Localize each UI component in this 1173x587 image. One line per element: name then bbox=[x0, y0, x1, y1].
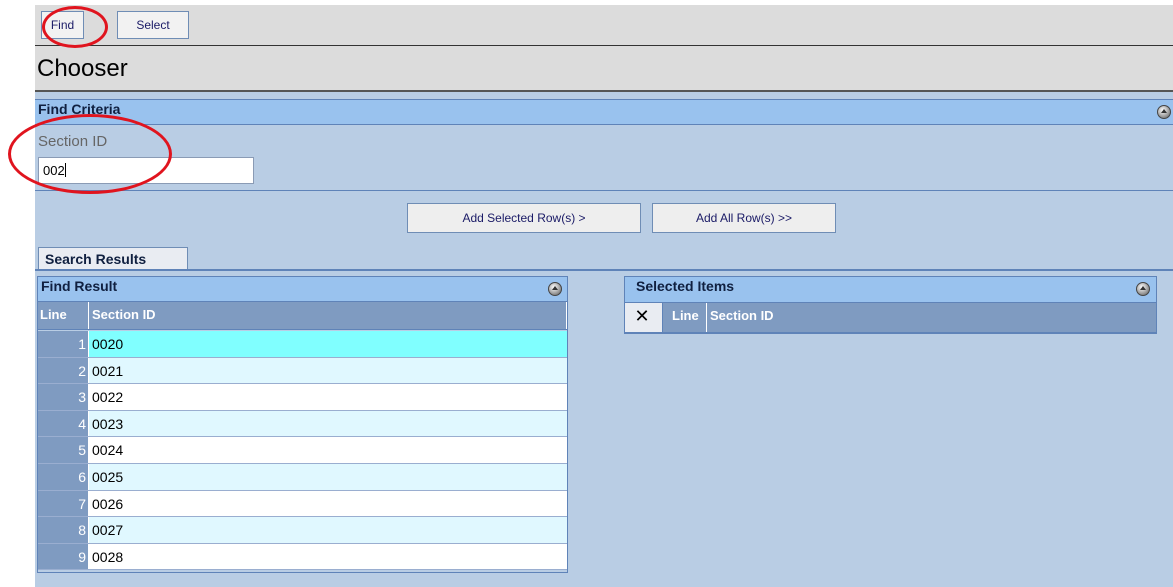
row-section-id: 0024 bbox=[92, 442, 124, 459]
row-section-id: 0020 bbox=[92, 336, 124, 352]
selected-items-panel: Selected Items ✕ Line Section ID bbox=[624, 276, 1157, 334]
collapse-icon[interactable] bbox=[548, 282, 562, 296]
delete-column[interactable]: ✕ bbox=[625, 303, 663, 332]
table-row[interactable]: 6 0025 bbox=[38, 464, 567, 491]
toolbar: Find Select bbox=[35, 5, 1173, 46]
row-line-number[interactable]: 7 bbox=[38, 490, 89, 517]
row-section-id: 0026 bbox=[92, 495, 124, 512]
title-bar: Chooser bbox=[35, 46, 1173, 92]
row-section-id: 0028 bbox=[92, 548, 124, 565]
row-section-id: 0025 bbox=[92, 469, 124, 485]
table-row[interactable]: 3 0022 bbox=[38, 384, 567, 411]
row-line-number[interactable]: 6 bbox=[38, 464, 89, 490]
find-result-header[interactable]: Find Result bbox=[38, 277, 567, 302]
select-button[interactable]: Select bbox=[117, 11, 189, 39]
page-title: Chooser bbox=[37, 55, 128, 82]
add-selected-rows-button[interactable]: Add Selected Row(s) > bbox=[407, 203, 641, 233]
annotation-ring bbox=[8, 114, 172, 194]
table-row[interactable]: 5 0024 bbox=[38, 437, 567, 464]
column-header-line[interactable]: Line bbox=[38, 302, 89, 329]
table-row[interactable]: 8 0027 bbox=[38, 517, 567, 544]
row-line-number[interactable]: 4 bbox=[38, 410, 89, 437]
delete-column-icon[interactable]: ✕ bbox=[631, 304, 653, 328]
chooser-window: Find Select Chooser Find Criteria Sectio… bbox=[35, 5, 1173, 587]
row-line-number[interactable]: 2 bbox=[38, 357, 89, 384]
column-header-line[interactable]: Line bbox=[663, 303, 707, 332]
row-line-number[interactable]: 3 bbox=[38, 384, 89, 410]
divider bbox=[35, 190, 1173, 191]
selected-items-title: Selected Items bbox=[636, 278, 735, 294]
column-header-section-id[interactable]: Section ID bbox=[707, 303, 1156, 332]
row-line-number[interactable]: 5 bbox=[38, 437, 89, 463]
table-row[interactable]: 7 0026 bbox=[38, 490, 567, 518]
row-section-id: 0021 bbox=[92, 362, 124, 379]
tab-search-results[interactable]: Search Results bbox=[38, 247, 188, 270]
find-criteria-header[interactable]: Find Criteria bbox=[35, 99, 1173, 125]
collapse-icon[interactable] bbox=[1157, 105, 1171, 119]
annotation-ring bbox=[42, 6, 108, 48]
row-line-number[interactable]: 8 bbox=[38, 517, 89, 543]
tab-underline bbox=[35, 269, 1173, 271]
table-row[interactable]: 4 0023 bbox=[38, 410, 567, 438]
selected-items-column-header: ✕ Line Section ID bbox=[625, 303, 1156, 333]
table-row[interactable]: 2 0021 bbox=[38, 357, 567, 385]
row-line-number[interactable]: 1 bbox=[38, 331, 89, 357]
add-all-rows-button[interactable]: Add All Row(s) >> bbox=[652, 203, 836, 233]
find-result-panel: Find Result Line Section ID 1 0020 2 0021 3 0… bbox=[37, 276, 568, 573]
find-result-column-header: Line Section ID bbox=[38, 302, 567, 330]
row-section-id: 0027 bbox=[92, 522, 124, 539]
row-line-number[interactable]: 9 bbox=[38, 543, 89, 570]
find-result-rows: 1 0020 2 0021 3 0022 4 0023 5 0024 6 0025 7 0026 8 0027… bbox=[38, 331, 567, 572]
row-section-id: 0022 bbox=[92, 389, 124, 406]
row-section-id: 0023 bbox=[92, 415, 124, 432]
collapse-icon[interactable] bbox=[1136, 282, 1150, 296]
table-row[interactable]: 9 0028 bbox=[38, 543, 567, 571]
find-result-title: Find Result bbox=[41, 278, 118, 294]
selected-items-header[interactable]: Selected Items bbox=[625, 277, 1156, 303]
table-row[interactable]: 1 0020 bbox=[38, 331, 567, 358]
column-header-section-id[interactable]: Section ID bbox=[89, 302, 567, 329]
